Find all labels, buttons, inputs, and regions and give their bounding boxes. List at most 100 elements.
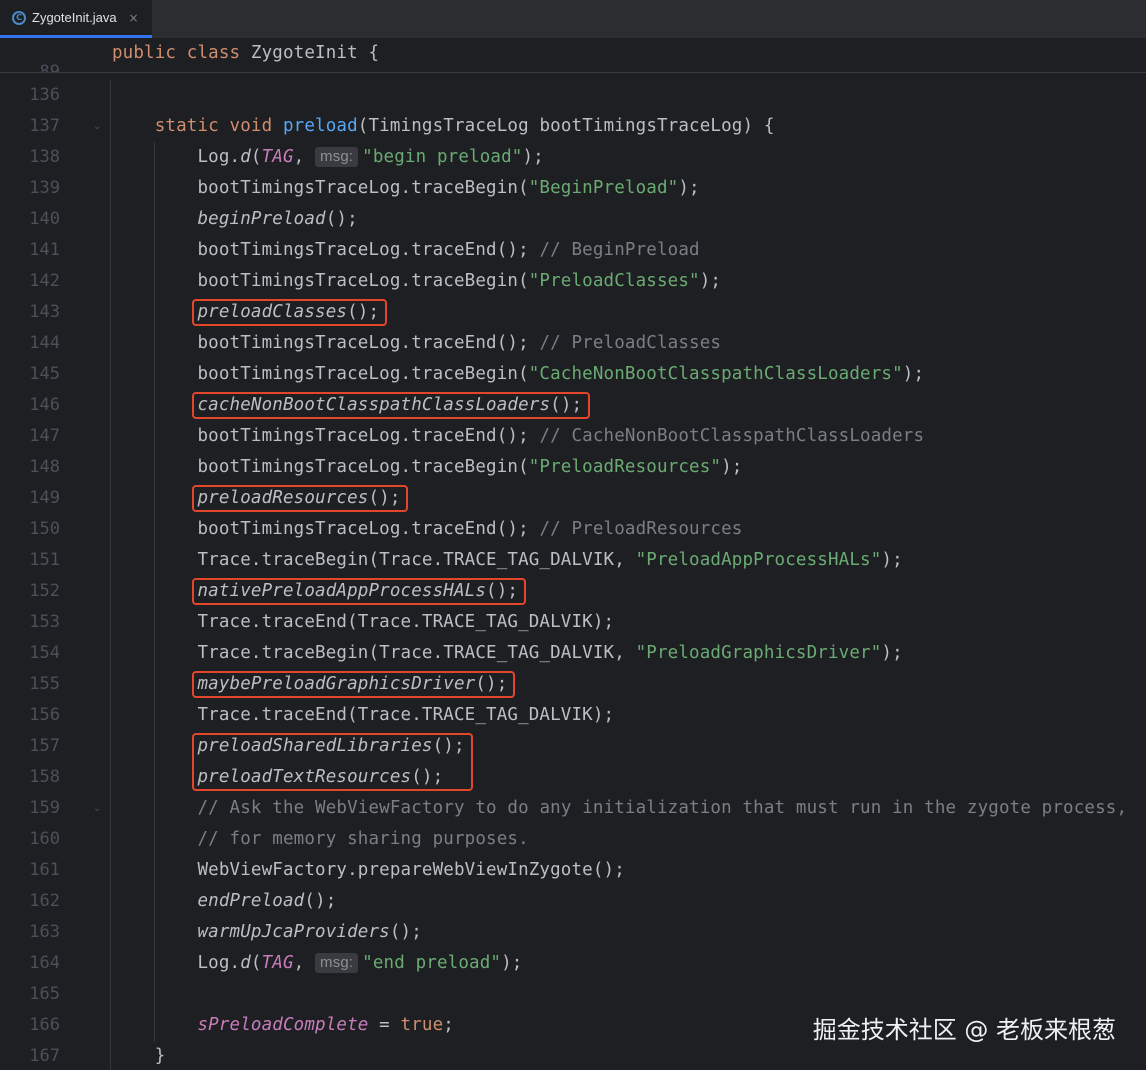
code-token: ); (902, 364, 925, 384)
line-number: 151 (29, 550, 60, 570)
fold-chevron-icon[interactable]: ⌄ (93, 111, 101, 142)
code-token: Trace.traceEnd(Trace.TRACE_TAG_DALVIK); (112, 612, 615, 632)
line-number: 153 (29, 612, 60, 632)
line-number: 148 (29, 457, 60, 477)
code-text: Log.d(TAG, msg: "begin preload"); (112, 142, 544, 173)
code-line[interactable]: 165 (0, 979, 1146, 1010)
code-line[interactable]: 139 bootTimingsTraceLog.traceBegin("Begi… (0, 173, 1146, 204)
close-icon[interactable]: × (129, 11, 139, 25)
watermark: 掘金技术社区 @ 老板来根葱 (812, 1016, 1116, 1044)
code-line[interactable]: 149 preloadResources(); (0, 483, 1146, 514)
code-token: // BeginPreload (539, 240, 700, 260)
code-line[interactable]: 156 Trace.traceEnd(Trace.TRACE_TAG_DALVI… (0, 700, 1146, 731)
code-token: TAG (261, 147, 294, 167)
code-token: bootTimingsTraceLog.traceEnd(); (112, 426, 540, 446)
code-line[interactable]: 142 bootTimingsTraceLog.traceBegin("Prel… (0, 266, 1146, 297)
code-token: "PreloadResources" (528, 457, 722, 477)
highlight-box (192, 671, 515, 698)
line-number: 144 (29, 333, 60, 353)
code-line[interactable]: 136 (0, 80, 1146, 111)
code-line[interactable]: 161 WebViewFactory.prepareWebViewInZygot… (0, 855, 1146, 886)
code-text: bootTimingsTraceLog.traceBegin("BeginPre… (112, 173, 700, 204)
code-line[interactable]: 160 // for memory sharing purposes. (0, 824, 1146, 855)
code-token: endPreload (197, 891, 305, 911)
code-token: = (368, 1015, 401, 1035)
code-line[interactable]: 141 bootTimingsTraceLog.traceEnd(); // B… (0, 235, 1146, 266)
code-text: endPreload(); (112, 886, 337, 917)
code-text: bootTimingsTraceLog.traceEnd(); // Prelo… (112, 328, 721, 359)
code-line[interactable]: 162 endPreload(); (0, 886, 1146, 917)
code-token: Log. (112, 147, 241, 167)
code-token: ; (443, 1015, 454, 1035)
sticky-scroll-header[interactable]: 89 public class ZygoteInit { (0, 38, 1146, 73)
code-line[interactable]: 152 nativePreloadAppProcessHALs(); (0, 576, 1146, 607)
fold-chevron-icon[interactable]: ⌄ (93, 793, 101, 824)
code-line[interactable]: 147 bootTimingsTraceLog.traceEnd(); // C… (0, 421, 1146, 452)
line-number: 163 (29, 922, 60, 942)
code-line[interactable]: 143 preloadClasses(); (0, 297, 1146, 328)
code-token: bootTimingsTraceLog.traceBegin( (112, 364, 529, 384)
code-line[interactable]: 148 bootTimingsTraceLog.traceBegin("Prel… (0, 452, 1146, 483)
tab-zygoteinit-java[interactable]: C ZygoteInit.java × (0, 0, 152, 38)
line-number: 157 (29, 736, 60, 756)
editor-tab-bar: C ZygoteInit.java × (0, 0, 1146, 39)
code-text: // Ask the WebViewFactory to do any init… (112, 793, 1128, 824)
highlight-box (192, 733, 473, 791)
line-number: 154 (29, 643, 60, 663)
code-line[interactable]: 140 beginPreload(); (0, 204, 1146, 235)
code-token: ( (250, 953, 262, 973)
code-text: Trace.traceBegin(Trace.TRACE_TAG_DALVIK,… (112, 545, 903, 576)
line-number: 147 (29, 426, 60, 446)
code-token: bootTimingsTraceLog.traceBegin( (112, 457, 529, 477)
code-token: , (293, 147, 316, 167)
code-text: beginPreload(); (112, 204, 358, 235)
code-line[interactable]: 144 bootTimingsTraceLog.traceEnd(); // P… (0, 328, 1146, 359)
code-line[interactable]: 163 warmUpJcaProviders(); (0, 917, 1146, 948)
code-token: "PreloadGraphicsDriver" (635, 643, 882, 663)
line-number: 89 (39, 62, 60, 73)
line-number: 167 (29, 1046, 60, 1066)
code-token: d (240, 953, 251, 973)
code-line[interactable]: 154 Trace.traceBegin(Trace.TRACE_TAG_DAL… (0, 638, 1146, 669)
code-text: bootTimingsTraceLog.traceBegin("CacheNon… (112, 359, 924, 390)
code-line[interactable]: 159 ⌄ // Ask the WebViewFactory to do any… (0, 793, 1146, 824)
code-line[interactable]: 157 preloadSharedLibraries(); (0, 731, 1146, 762)
code-token: public class (112, 43, 251, 63)
code-token: warmUpJcaProviders (197, 922, 390, 942)
code-token: ); (699, 271, 722, 291)
line-number: 166 (29, 1015, 60, 1035)
code-text: Trace.traceEnd(Trace.TRACE_TAG_DALVIK); (112, 607, 614, 638)
code-text: bootTimingsTraceLog.traceEnd(); // Cache… (112, 421, 924, 452)
code-line[interactable]: 145 bootTimingsTraceLog.traceBegin("Cach… (0, 359, 1146, 390)
line-number: 143 (29, 302, 60, 322)
code-line[interactable]: 151 Trace.traceBegin(Trace.TRACE_TAG_DAL… (0, 545, 1146, 576)
code-line[interactable]: 155 maybePreloadGraphicsDriver(); (0, 669, 1146, 700)
code-token: , (293, 953, 316, 973)
code-token: Log. (112, 953, 241, 973)
code-line[interactable]: 138 Log.d(TAG, msg: "begin preload"); (0, 142, 1146, 173)
code-line[interactable]: 167 } (0, 1041, 1146, 1070)
code-line[interactable]: 137 ⌄ static void preload(TimingsTraceLog… (0, 111, 1146, 142)
code-text: WebViewFactory.prepareWebViewInZygote(); (112, 855, 625, 886)
code-token: ); (881, 643, 903, 663)
code-text: sPreloadComplete = true; (112, 1010, 454, 1041)
code-line[interactable]: 158 preloadTextResources(); (0, 762, 1146, 793)
line-number: 136 (29, 85, 60, 105)
line-number: 150 (29, 519, 60, 539)
code-line[interactable]: 150 bootTimingsTraceLog.traceEnd(); // P… (0, 514, 1146, 545)
code-token: "PreloadClasses" (528, 271, 700, 291)
line-number: 137 (29, 116, 60, 136)
line-number: 152 (29, 581, 60, 601)
code-editor[interactable]: 136 137 ⌄ static void preload(TimingsTrace… (0, 80, 1146, 1070)
parameter-hint: msg: (315, 147, 359, 167)
code-line[interactable]: 153 Trace.traceEnd(Trace.TRACE_TAG_DALVI… (0, 607, 1146, 638)
code-line[interactable]: 164 Log.d(TAG, msg: "end preload"); (0, 948, 1146, 979)
parameter-hint: msg: (315, 953, 359, 973)
highlight-box (192, 485, 408, 512)
